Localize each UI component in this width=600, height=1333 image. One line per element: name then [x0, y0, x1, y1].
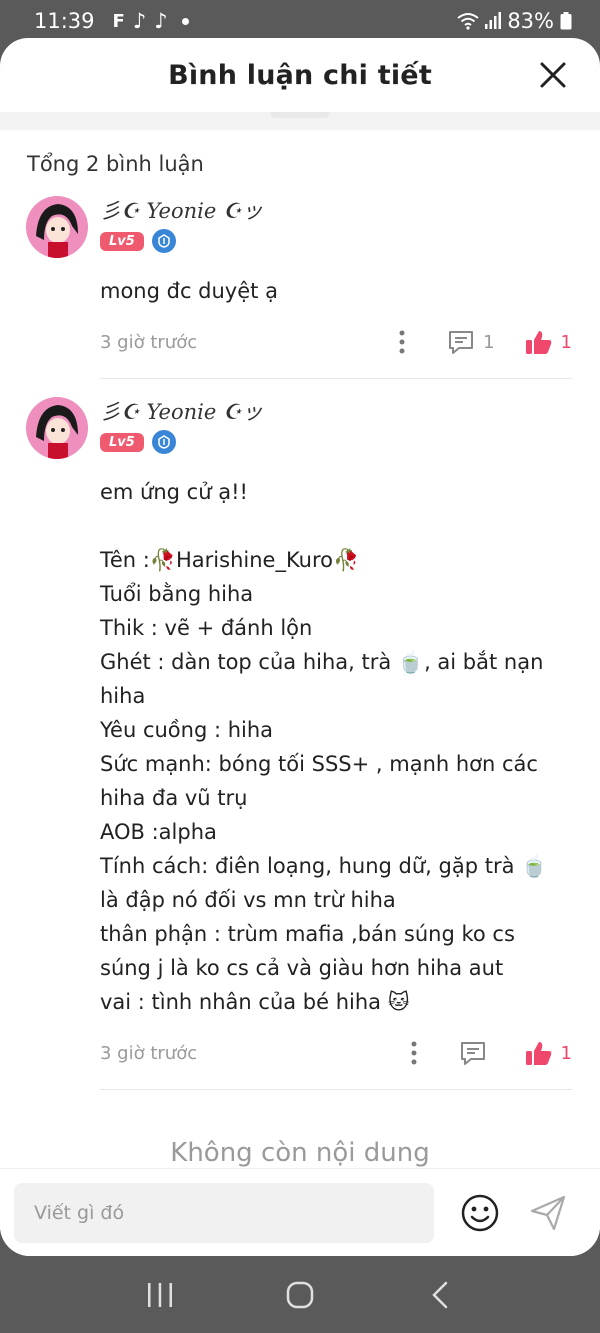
level-badge: Lv5 [100, 231, 144, 251]
signal-icon [485, 12, 502, 29]
status-time: 11:39 [34, 9, 95, 33]
tiktok-icon: ♪ [132, 9, 147, 33]
comment-input[interactable] [14, 1182, 434, 1243]
notification-dot-icon [181, 17, 189, 25]
comment-divider [100, 1089, 572, 1090]
comment-username[interactable]: 彡☪ Yeonie ☪ッ [100, 397, 572, 427]
avatar[interactable] [26, 397, 88, 459]
thumbs-up-icon [525, 331, 551, 354]
comment-text: mong đc duyệt ạ [100, 279, 278, 303]
home-icon [286, 1281, 314, 1308]
recent-apps-icon [148, 1282, 172, 1307]
user-badges: Lv5 [100, 226, 572, 256]
status-bar: 11:39 F ♪ ♪ 83% [0, 0, 600, 42]
tiktok-icon: ♪ [154, 9, 168, 33]
comment-time: 3 giờ trước [100, 331, 198, 353]
send-icon[interactable] [528, 1193, 568, 1233]
home-button[interactable] [280, 1275, 320, 1315]
comment-total: Tổng 2 bình luận [27, 152, 204, 176]
comment-composer [0, 1168, 600, 1256]
comment-divider [100, 378, 572, 379]
like-count: 1 [560, 331, 572, 353]
comment-text: em ứng cử ạ!! Tên :🥀Harishine_Kuro🥀 Tuổi… [100, 480, 548, 1014]
thumbs-up-icon [525, 1042, 551, 1065]
battery-icon [560, 12, 572, 30]
battery-percent: 83% [507, 9, 554, 33]
system-nav-bar [0, 1256, 600, 1333]
more-options-icon[interactable] [391, 327, 413, 357]
like-button[interactable]: 1 [525, 329, 572, 355]
reply-button[interactable]: 1 [447, 329, 495, 355]
end-of-content-label: Không còn nội dung [170, 1138, 430, 1168]
comment-icon [460, 1042, 485, 1065]
page-title: Bình luận chi tiết [168, 59, 432, 91]
user-badges: Lv5 [100, 427, 572, 457]
comment-username[interactable]: 彡☪ Yeonie ☪ッ [100, 196, 572, 226]
comment-time: 3 giờ trước [100, 1042, 198, 1064]
comment-item: 彡☪ Yeonie ☪ッ Lv5 em ứng cử ạ!! Tên :🥀Har… [0, 397, 600, 1090]
emoji-icon[interactable] [460, 1193, 500, 1233]
verified-badge-icon [151, 229, 176, 253]
back-icon [432, 1281, 448, 1308]
sheet-header: Bình luận chi tiết [0, 38, 600, 112]
comment-meta: 3 giờ trước 1 [100, 1025, 572, 1081]
wifi-icon [457, 13, 479, 30]
reply-button[interactable] [459, 1040, 495, 1066]
back-button[interactable] [420, 1275, 460, 1315]
comment-sheet: Bình luận chi tiết Tổng 2 bình luận 彡☪ Y… [0, 38, 600, 1256]
like-count: 1 [560, 1042, 572, 1064]
like-button[interactable]: 1 [525, 1040, 572, 1066]
comment-icon [449, 331, 474, 354]
facebook-icon: F [112, 10, 125, 32]
recent-apps-button[interactable] [140, 1275, 180, 1315]
reply-count: 1 [483, 331, 495, 353]
comment-meta: 3 giờ trước 1 1 [100, 314, 572, 370]
verified-badge-icon [151, 430, 176, 454]
close-icon[interactable] [538, 60, 568, 90]
level-badge: Lv5 [100, 432, 144, 452]
comment-item: 彡☪ Yeonie ☪ッ Lv5 mong đc duyệt ạ 3 giờ t… [0, 196, 600, 379]
avatar[interactable] [26, 196, 88, 258]
header-divider [0, 112, 600, 130]
more-options-icon[interactable] [403, 1038, 425, 1068]
